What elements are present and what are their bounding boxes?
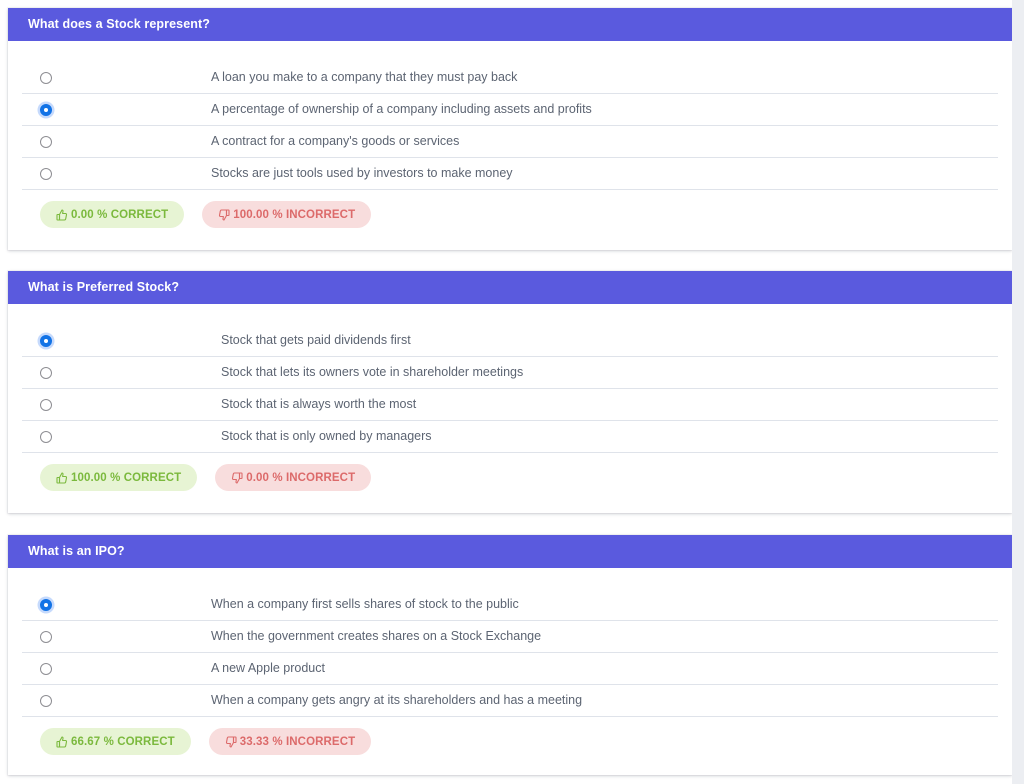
question-title: What is an IPO? <box>28 544 125 559</box>
option-row-4[interactable]: Stock that is only owned by managers <box>22 421 998 453</box>
quiz-results-page: What does a Stock represent? A loan you … <box>0 0 1024 784</box>
score-badges: 100.00 % CORRECT 0.00 % INCORRECT <box>22 453 998 491</box>
question-card-1: What does a Stock represent? A loan you … <box>8 8 1012 250</box>
option-radio[interactable] <box>40 71 52 84</box>
option-row-4[interactable]: Stocks are just tools used by investors … <box>22 158 998 190</box>
incorrect-badge-label: 33.33 % INCORRECT <box>239 735 356 748</box>
incorrect-badge-label: 100.00 % INCORRECT <box>233 208 356 221</box>
thumbs-down-icon <box>225 735 237 748</box>
question-card-header: What does a Stock represent? <box>8 8 1012 41</box>
question-title: What is Preferred Stock? <box>28 280 180 295</box>
option-radio-cell[interactable] <box>22 630 70 643</box>
question-card-list: What does a Stock represent? A loan you … <box>0 0 1012 784</box>
option-label: Stock that lets its owners vote in share… <box>221 365 524 380</box>
option-label: Stock that is always worth the most <box>221 397 417 412</box>
option-label: When a company gets angry at its shareho… <box>211 693 583 708</box>
correct-badge-label: 66.67 % CORRECT <box>71 735 175 748</box>
option-list: When a company first sells shares of sto… <box>22 589 998 717</box>
question-card-header: What is an IPO? <box>8 535 1012 568</box>
page-right-gutter <box>1012 0 1024 784</box>
option-radio[interactable] <box>40 167 52 180</box>
incorrect-badge-label: 0.00 % INCORRECT <box>246 471 356 484</box>
question-card-3: What is an IPO? When a company first sel… <box>8 535 1012 775</box>
question-card-body: A loan you make to a company that they m… <box>8 41 1012 228</box>
option-row-1[interactable]: A loan you make to a company that they m… <box>22 62 998 94</box>
option-label: A new Apple product <box>211 661 325 676</box>
option-list: Stock that gets paid dividends first Sto… <box>22 325 998 453</box>
option-row-2[interactable]: Stock that lets its owners vote in share… <box>22 357 998 389</box>
incorrect-badge: 100.00 % INCORRECT <box>202 201 372 228</box>
question-title: What does a Stock represent? <box>28 17 211 32</box>
score-badges: 0.00 % CORRECT 100.00 % INCORRECT <box>22 190 998 228</box>
option-label: When the government creates shares on a … <box>211 629 542 644</box>
option-radio-cell[interactable] <box>22 71 70 84</box>
option-radio[interactable] <box>40 662 52 675</box>
option-row-4[interactable]: When a company gets angry at its shareho… <box>22 685 998 717</box>
option-row-3[interactable]: Stock that is always worth the most <box>22 389 998 421</box>
option-radio[interactable] <box>40 430 52 443</box>
option-radio-cell[interactable] <box>22 334 70 347</box>
option-list: A loan you make to a company that they m… <box>22 62 998 190</box>
option-radio[interactable] <box>40 398 52 411</box>
correct-badge-label: 0.00 % CORRECT <box>71 208 169 221</box>
option-radio[interactable] <box>40 103 52 116</box>
question-card-body: When a company first sells shares of sto… <box>8 568 1012 755</box>
option-label: A contract for a company's goods or serv… <box>211 134 460 149</box>
thumbs-down-icon <box>231 471 243 484</box>
option-label: Stock that is only owned by managers <box>221 429 432 444</box>
incorrect-badge: 33.33 % INCORRECT <box>208 728 372 755</box>
option-radio[interactable] <box>40 630 52 643</box>
option-radio[interactable] <box>40 135 52 148</box>
option-radio-cell[interactable] <box>22 135 70 148</box>
option-radio-cell[interactable] <box>22 694 70 707</box>
correct-badge: 0.00 % CORRECT <box>40 201 185 228</box>
option-radio-cell[interactable] <box>22 366 70 379</box>
option-label: Stocks are just tools used by investors … <box>211 166 513 181</box>
correct-badge-label: 100.00 % CORRECT <box>71 471 182 484</box>
option-radio-cell[interactable] <box>22 398 70 411</box>
option-radio-cell[interactable] <box>22 662 70 675</box>
option-radio[interactable] <box>40 334 52 347</box>
option-radio-cell[interactable] <box>22 103 70 116</box>
option-row-2[interactable]: When the government creates shares on a … <box>22 621 998 653</box>
option-row-1[interactable]: When a company first sells shares of sto… <box>22 589 998 621</box>
option-radio-cell[interactable] <box>22 598 70 611</box>
correct-badge: 66.67 % CORRECT <box>40 728 191 755</box>
thumbs-up-icon <box>56 471 68 484</box>
score-badges: 66.67 % CORRECT 33.33 % INCORRECT <box>22 717 998 755</box>
option-radio[interactable] <box>40 366 52 379</box>
option-radio-cell[interactable] <box>22 430 70 443</box>
option-radio-cell[interactable] <box>22 167 70 180</box>
option-radio[interactable] <box>40 598 52 611</box>
thumbs-up-icon <box>56 208 68 221</box>
correct-badge: 100.00 % CORRECT <box>40 464 198 491</box>
option-label: A percentage of ownership of a company i… <box>211 102 592 117</box>
option-row-3[interactable]: A contract for a company's goods or serv… <box>22 126 998 158</box>
option-row-1[interactable]: Stock that gets paid dividends first <box>22 325 998 357</box>
question-card-body: Stock that gets paid dividends first Sto… <box>8 304 1012 491</box>
question-card-2: What is Preferred Stock? Stock that gets… <box>8 271 1012 513</box>
thumbs-down-icon <box>218 208 230 221</box>
option-label: When a company first sells shares of sto… <box>211 597 519 612</box>
thumbs-up-icon <box>56 735 68 748</box>
option-label: A loan you make to a company that they m… <box>211 70 518 85</box>
option-row-2[interactable]: A percentage of ownership of a company i… <box>22 94 998 126</box>
incorrect-badge: 0.00 % INCORRECT <box>215 464 372 491</box>
option-label: Stock that gets paid dividends first <box>221 333 411 348</box>
option-row-3[interactable]: A new Apple product <box>22 653 998 685</box>
option-radio[interactable] <box>40 694 52 707</box>
question-card-header: What is Preferred Stock? <box>8 271 1012 304</box>
